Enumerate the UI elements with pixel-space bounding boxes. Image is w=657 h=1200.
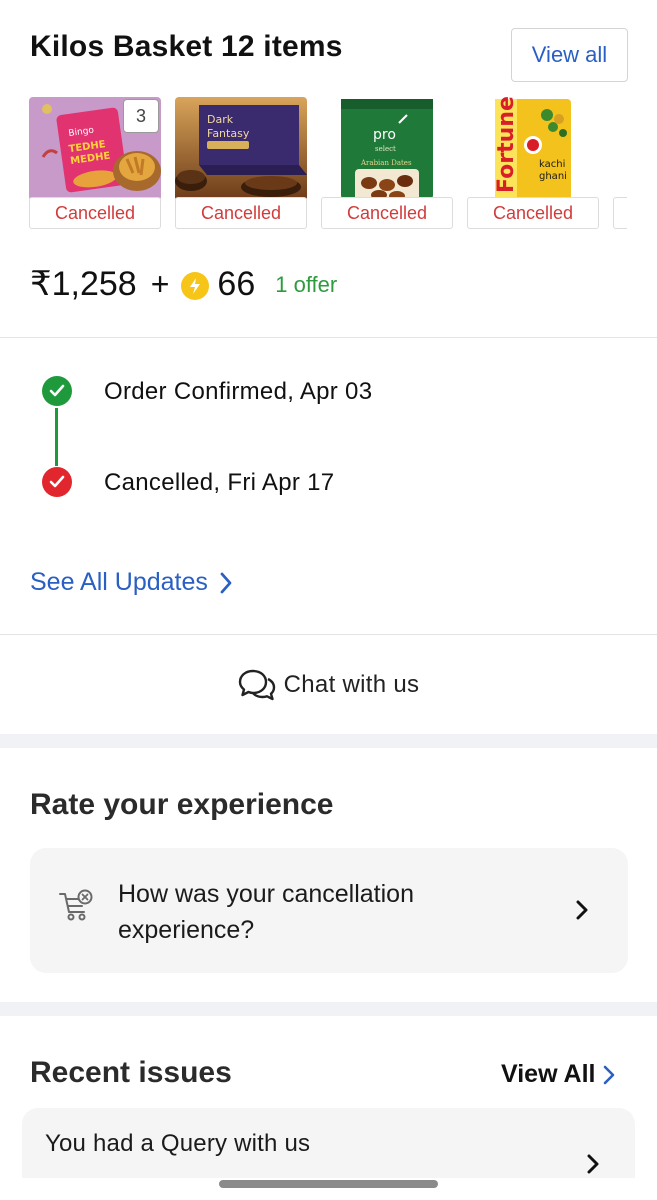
chat-bubbles-icon (238, 669, 275, 701)
product-item[interactable]: Bingo TEDHE MEDHE 3 Cancelled (29, 97, 161, 231)
svg-text:Dark: Dark (207, 113, 234, 126)
status-badge: Cancelled (29, 197, 161, 229)
order-total: ₹1,258 (30, 265, 137, 303)
view-all-button[interactable]: View all (511, 28, 628, 82)
product-image: Dark Fantasy (175, 97, 307, 201)
svg-text:kachi: kachi (539, 159, 565, 170)
chevron-right-icon (220, 572, 232, 593)
svg-text:pro: pro (373, 127, 396, 143)
issue-card[interactable]: You had a Query with us (22, 1108, 635, 1178)
svg-text:Fortune: Fortune (494, 97, 519, 193)
recent-issues-title: Recent issues (30, 1056, 232, 1089)
offer-link[interactable]: 1 offer (275, 272, 337, 298)
basket-section: Kilos Basket 12 items View all Bingo TED… (0, 0, 657, 338)
timeline-connector (55, 408, 58, 466)
see-all-updates-label: See All Updates (30, 568, 208, 596)
order-timeline: Order Confirmed, Apr 03 Cancelled, Fri A… (0, 338, 657, 635)
svg-text:select: select (375, 145, 396, 153)
status-badge: Cancelled (175, 197, 307, 229)
chevron-right-icon (604, 1065, 615, 1084)
recent-issues-view-all-label: View All (501, 1060, 596, 1088)
supercoin-icon (181, 271, 210, 300)
status-badge: Cancelled (321, 197, 453, 229)
rate-experience-prompt: How was your cancellation experience? (118, 880, 414, 944)
issue-text: You had a Query with us (45, 1130, 311, 1157)
check-icon (42, 376, 72, 406)
rate-experience-title: Rate your experience (30, 788, 334, 821)
chevron-right-icon (587, 1154, 599, 1174)
svg-text:ghani: ghani (539, 171, 567, 182)
svg-text:Arabian Dates: Arabian Dates (360, 159, 412, 167)
recent-issues-view-all-link[interactable]: View All (501, 1060, 615, 1089)
product-strip[interactable]: Bingo TEDHE MEDHE 3 Cancelled Dark Fanta… (29, 97, 627, 233)
product-item[interactable]: Fortune kachi ghani Cancelled (467, 97, 599, 231)
section-divider (0, 1002, 657, 1016)
quantity-badge: 3 (123, 99, 159, 133)
check-icon (42, 467, 72, 497)
status-badge (613, 197, 627, 229)
basket-title: Kilos Basket 12 items (30, 30, 343, 63)
timeline-step-confirmed: Order Confirmed, Apr 03 (104, 378, 373, 405)
product-image: pro select Arabian Dates (321, 97, 453, 201)
product-image: Fortune kachi ghani (467, 97, 599, 201)
chat-with-us-button[interactable]: Chat with us (0, 636, 657, 734)
rate-experience-card[interactable]: How was your cancellation experience? (30, 848, 628, 973)
home-indicator[interactable] (219, 1180, 438, 1188)
svg-text:Fantasy: Fantasy (207, 127, 250, 140)
chevron-right-icon (576, 900, 588, 920)
product-item[interactable]: Dark Fantasy Cancelled (175, 97, 307, 231)
cart-cancel-icon (59, 889, 93, 921)
see-all-updates-link[interactable]: See All Updates (30, 568, 232, 597)
chat-with-us-label: Chat with us (283, 671, 420, 698)
product-item[interactable]: pro select Arabian Dates Cancelled (321, 97, 453, 231)
supercoin-count: 66 (217, 264, 256, 303)
timeline-step-cancelled: Cancelled, Fri Apr 17 (104, 469, 335, 496)
product-item[interactable] (613, 97, 627, 231)
plus-sign: + (150, 265, 170, 302)
price-summary: ₹1,258 + 66 1 offer (30, 262, 337, 306)
status-badge: Cancelled (467, 197, 599, 229)
section-divider (0, 734, 657, 748)
